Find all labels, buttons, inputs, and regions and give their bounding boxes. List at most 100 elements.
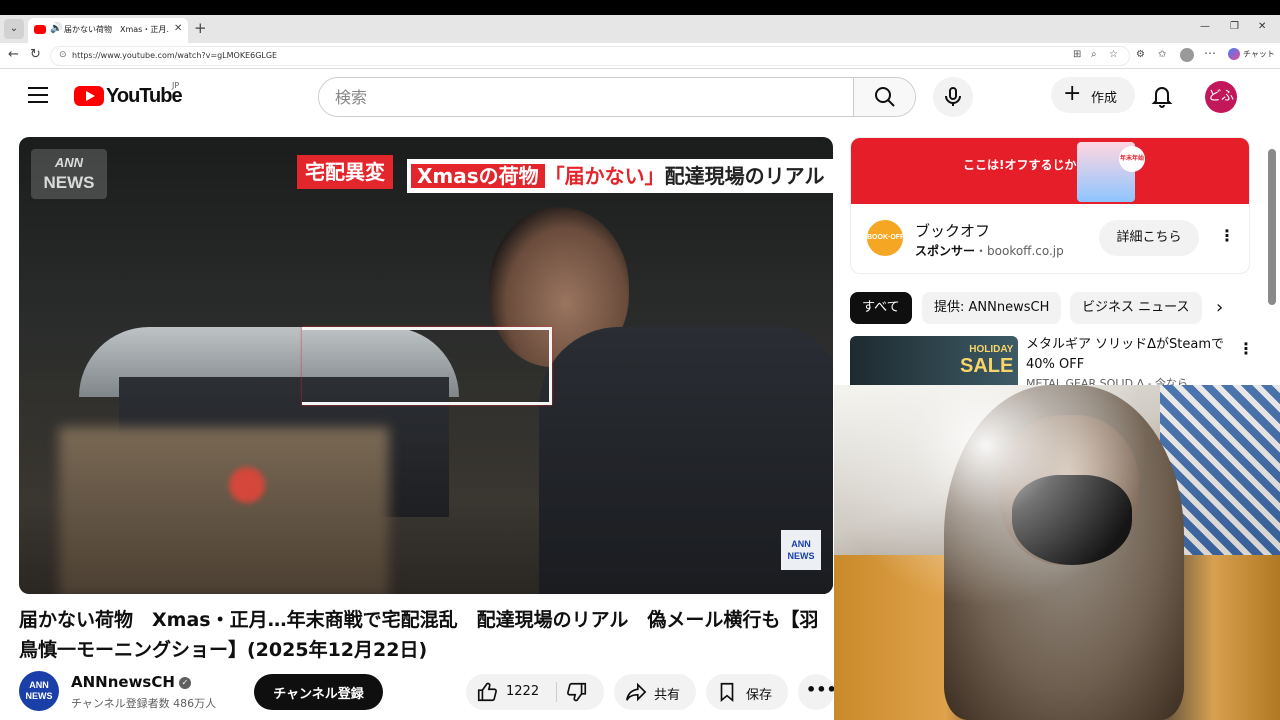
notifications-bell-icon[interactable] [1150,83,1174,113]
ann-news-watermark: ANN NEWS [31,149,107,199]
app-grid-icon[interactable]: ⊞ [1073,49,1081,60]
chip-from-channel[interactable]: 提供: ANNnewsCH [922,292,1062,324]
recommended-thumbnail[interactable]: HOLIDAY SALE [850,336,1018,388]
chip-business-news[interactable]: ビジネス ニュース [1070,292,1202,324]
youtube-favicon-icon [34,25,46,34]
chips-next-chevron-icon[interactable]: › [1216,297,1223,318]
search-icon [875,87,895,107]
screen: ⌄ 🔊 届かない荷物 Xmas・正月…年 ✕ + — ❐ ✕ ← ↻ ⊙ htt… [0,0,1280,720]
create-button[interactable]: + 作成 [1051,77,1135,113]
caption-xmas: Xmasの荷物 [411,164,545,188]
webcam-overlay [834,385,1280,720]
site-info-icon[interactable]: ⊙ [59,50,67,60]
recommended-more-vert-icon[interactable]: ⋮ [1238,339,1254,358]
search-button[interactable] [853,78,915,116]
minimize-icon[interactable]: — [1200,21,1210,32]
region-code: JP [172,81,180,90]
youtube-play-icon [74,86,104,106]
like-button[interactable]: 1222 [466,674,556,710]
overlay-frame [302,327,552,405]
caption-tag: 宅配異変 [297,155,393,189]
ann-watermark-line2: NEWS [43,173,95,192]
browser-tab-active[interactable]: 🔊 届かない荷物 Xmas・正月…年 ✕ [28,18,188,43]
ann-news-corner-logo: ANN NEWS [781,530,821,570]
advertiser-logo[interactable]: BOOK·OFF [867,220,904,256]
caption-headline: Xmasの荷物 「届かない」配達現場のリアル [407,159,833,193]
share-button[interactable]: 共有 [614,674,696,710]
search-input[interactable] [319,78,855,116]
hamburger-menu-icon[interactable] [28,87,48,103]
microphone-icon [945,87,961,106]
top-black-bar [0,0,1280,15]
thumbs-up-icon [477,682,497,702]
create-label: 作成 [1091,91,1118,106]
ann-corner-line1: ANN [791,539,811,549]
ann-watermark-line1: ANN [54,155,84,170]
blurred-red-object [229,467,265,503]
account-avatar[interactable]: どふ [1205,81,1237,113]
chat-label: チャット [1243,49,1275,59]
ad-cta-button[interactable]: 詳細こちら [1099,220,1199,256]
dislike-button[interactable] [558,674,604,710]
new-tab-plus-icon[interactable]: + [194,19,207,37]
subscribe-button[interactable]: チャンネル登録 [254,674,383,710]
page-scrollbar[interactable] [1268,149,1276,305]
channel-name-row[interactable]: ANNnewsCH ✓ [71,673,191,691]
more-horizontal-icon: ••• [806,680,837,699]
like-count: 1222 [506,684,540,699]
close-window-icon[interactable]: ✕ [1258,21,1266,32]
search-bar [318,77,916,117]
subscriber-count: チャンネル登録者数 486万人 [71,697,217,710]
restore-icon[interactable]: ❐ [1230,21,1239,32]
save-button[interactable]: 保存 [706,674,788,710]
video-player[interactable]: ANN NEWS 宅配異変 Xmasの荷物 「届かない」配達現場のリアル ANN … [19,137,833,594]
logo-text: YouTube [106,85,183,107]
tab-title: 届かない荷物 Xmas・正月…年 [64,25,170,34]
ad-domain: ・bookoff.co.jp [975,244,1064,258]
address-bar-row: ← ↻ ⊙ https://www.youtube.com/watch?v=gL… [0,43,1280,69]
tab-close-icon[interactable]: ✕ [174,23,182,34]
share-label: 共有 [654,688,681,703]
like-dislike-group: 1222 [466,674,604,710]
back-arrow-icon[interactable]: ← [8,47,19,62]
copilot-icon [1228,48,1240,60]
chip-all[interactable]: すべて [850,292,912,324]
sale-line2: SALE [960,355,1014,377]
recommended-title[interactable]: メタルギア ソリッドΔがSteamで40% OFF [1026,335,1226,375]
webcam-light-glare [834,385,1280,720]
ann-corner-line2: NEWS [787,551,815,561]
save-label: 保存 [746,688,773,703]
advertiser-name: ブックオフ [915,222,991,240]
channel-avatar[interactable]: ANN NEWS [19,671,59,711]
reload-icon[interactable]: ↻ [30,47,41,62]
channel-avatar-line2: NEWS [25,691,53,701]
share-arrow-icon [626,682,647,702]
url-field[interactable]: ⊙ https://www.youtube.com/watch?v=gLMOKE… [50,46,1130,66]
more-menu-icon[interactable]: ⋯ [1204,46,1216,60]
sponsored-ad-card[interactable]: ここは!オフするじかん。 年末年始 BOOK·OFF ブックオフ スポンサー・b… [850,137,1250,274]
extensions-icon[interactable]: ⚙ [1136,49,1145,60]
thumbs-down-icon [567,682,587,702]
like-divider [556,682,557,702]
zoom-icon[interactable]: ⌕ [1091,49,1097,60]
speaker-icon[interactable]: 🔊 [50,23,62,34]
tab-list-chevron-icon[interactable]: ⌄ [4,19,24,39]
sponsor-label: スポンサー [915,244,976,258]
caption-red: 「届かない」 [544,164,665,188]
video-title: 届かない荷物 Xmas・正月…年末商戦で宅配混乱 配達現場のリアル 偽メール横行… [19,609,819,661]
favorite-star-icon[interactable]: ☆ [1109,49,1118,60]
favorites-icon[interactable]: ✩ [1158,49,1166,60]
thumbnail-sale-text: HOLIDAY SALE [960,344,1013,376]
browser-tab-strip: ⌄ 🔊 届かない荷物 Xmas・正月…年 ✕ + — ❐ ✕ [0,15,1280,43]
profile-avatar-icon[interactable] [1180,48,1194,62]
ad-more-vert-icon[interactable]: ⋮ [1219,226,1235,245]
voice-search-button[interactable] [933,77,973,117]
more-actions-button[interactable]: ••• [798,674,837,710]
verified-check-icon: ✓ [178,676,191,689]
ad-banner[interactable]: ここは!オフするじかん。 年末年始 [851,138,1249,204]
bookmark-icon [720,682,734,703]
plus-icon: + [1063,81,1082,106]
ad-sponsor-line: スポンサー・bookoff.co.jp [915,242,1064,259]
copilot-chat-button[interactable]: チャット [1228,48,1275,60]
url-text: https://www.youtube.com/watch?v=gLMOKE6G… [72,51,278,60]
